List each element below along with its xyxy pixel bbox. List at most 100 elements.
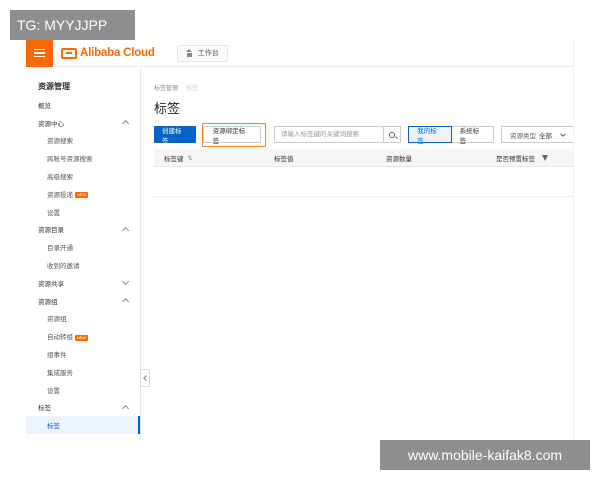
- sidebar-item[interactable]: 资源中心: [26, 114, 140, 132]
- sidebar-item[interactable]: 自动转组 NEW: [26, 327, 140, 345]
- workbench-button[interactable]: 工作台: [176, 44, 228, 62]
- watermark: www.mobile-kaifak8.com: [380, 440, 590, 470]
- top-bar: Alibaba Cloud 工作台: [26, 40, 573, 67]
- chevron-up-icon[interactable]: [121, 404, 130, 412]
- sidebar-item-label: 标签: [47, 423, 60, 431]
- sidebar-item-text: 资源中心: [38, 118, 64, 128]
- sort-icon[interactable]: ⇅: [188, 155, 193, 162]
- sidebar-item-text: 资源搜索: [47, 135, 73, 145]
- hamburger-menu-icon[interactable]: [26, 40, 53, 67]
- sidebar-menu: 概览 资源中心 资源搜索 跨账号资源搜索 高级搜索 资源投递 NEW 设置 资源目录 目录开通 收到…: [26, 96, 140, 435]
- chevron-up-icon[interactable]: [121, 120, 130, 128]
- page-title: 标签: [154, 101, 181, 116]
- sidebar: 资源管理 概览 资源中心 资源搜索 跨账号资源搜索 高级搜索 资源投递 NEW 设置 资源目录目…: [26, 68, 141, 440]
- sidebar-item-label: 资源中心: [38, 120, 64, 128]
- column-preset-tag: 是否预置标签: [496, 149, 548, 167]
- breadcrumb: 标签管理 标签: [154, 83, 198, 92]
- column-tag-value-label: 标签值: [274, 156, 294, 163]
- column-resource-count-label: 资源数量: [386, 156, 412, 163]
- sidebar-item-label: 自动转组: [47, 334, 73, 342]
- home-icon: [186, 49, 194, 57]
- sidebar-item-label: 高级搜索: [47, 174, 73, 182]
- chevron-up-icon[interactable]: [121, 226, 130, 235]
- filter-icon[interactable]: [542, 155, 548, 161]
- sidebar-item[interactable]: 跨账号资源搜索: [26, 149, 140, 167]
- system-tags-tab[interactable]: 系统标签: [451, 126, 494, 145]
- new-badge: NEW: [75, 334, 89, 341]
- sidebar-item[interactable]: 收到的邀请: [26, 256, 140, 274]
- sidebar-item-text: 组事件: [47, 349, 67, 359]
- my-tags-tab[interactable]: 我的标签: [408, 126, 452, 145]
- column-resource-count: 资源数量: [386, 149, 412, 167]
- sidebar-item[interactable]: 集成服务: [26, 363, 140, 381]
- sidebar-item[interactable]: 组事件: [26, 345, 140, 363]
- sidebar-item-label: 资源目录: [38, 227, 64, 235]
- search-icon: [389, 131, 396, 138]
- sidebar-collapse-button[interactable]: [140, 369, 150, 387]
- tag-key-search-input[interactable]: [274, 126, 385, 143]
- chevron-down-icon: [560, 130, 566, 137]
- resource-type-select[interactable]: 资源类型 全部: [500, 126, 573, 143]
- sidebar-item-text: 自动转组 NEW: [47, 331, 89, 342]
- sidebar-item-text: 标签: [38, 402, 51, 412]
- resource-type-value: 全部: [538, 132, 552, 140]
- sidebar-item-label: 设置: [47, 387, 60, 395]
- sidebar-item[interactable]: 标签: [26, 416, 140, 435]
- sidebar-item-text: 收到的邀请: [47, 260, 80, 270]
- sidebar-item[interactable]: 资源搜索: [26, 132, 140, 150]
- table-header: 标签键 ⇅ 标签值 资源数量 是否预置标签: [154, 149, 573, 167]
- tag-scope-switch: 我的标签 系统标签: [408, 126, 494, 145]
- console-window: Alibaba Cloud 工作台 资源管理 概览资源中心资源搜索跨账号资源搜索…: [26, 40, 574, 440]
- sidebar-item[interactable]: 资源组: [26, 292, 140, 310]
- sidebar-item-label: 组事件: [47, 352, 67, 360]
- sidebar-item-label: 跨账号资源搜索: [47, 156, 93, 164]
- sidebar-item-label: 资源搜索: [47, 138, 73, 146]
- chevron-left-icon: [143, 375, 149, 381]
- resource-type-label: 资源类型: [509, 132, 536, 140]
- breadcrumb-parent[interactable]: 标签管理: [154, 83, 178, 92]
- sidebar-title: 资源管理: [38, 81, 70, 91]
- sidebar-item[interactable]: 概览: [26, 96, 140, 114]
- sidebar-item-text: 设置: [47, 207, 60, 217]
- alibaba-cloud-logo-icon: [61, 47, 77, 59]
- sidebar-item-label: 资源投递: [47, 191, 73, 199]
- sidebar-item-text: 标签: [47, 420, 60, 430]
- breadcrumb-current: 标签: [186, 86, 199, 92]
- sidebar-item[interactable]: 资源共享: [26, 274, 140, 292]
- search-button[interactable]: [384, 126, 402, 143]
- sidebar-item-label: 目录开通: [47, 245, 73, 253]
- brand-logo[interactable]: Alibaba Cloud: [61, 47, 155, 59]
- new-badge: NEW: [75, 192, 89, 199]
- table-empty-row: [154, 167, 573, 197]
- sidebar-item[interactable]: 资源组: [26, 310, 140, 328]
- toolbar: 创建标签 资源绑定标签 我的标签 系统标签 资源类型 全部: [154, 126, 573, 145]
- sidebar-item-text: 资源投递 NEW: [47, 189, 89, 199]
- sidebar-item-label: 资源共享: [38, 280, 64, 288]
- sidebar-item-text: 概览: [38, 100, 51, 110]
- screenshot-stage: Alibaba Cloud 工作台 资源管理 概览资源中心资源搜索跨账号资源搜索…: [0, 0, 600, 480]
- create-tag-button[interactable]: 创建标签: [154, 126, 196, 145]
- chevron-up-icon[interactable]: [121, 298, 130, 306]
- main-content: 标签管理 标签 标签 创建标签 资源绑定标签 我的标签 系统标签 资源类型 全部: [154, 68, 573, 440]
- sidebar-item-text: 资源目录: [38, 224, 64, 234]
- overlay-tag-label: TG: MYYJJPP: [10, 10, 135, 40]
- sidebar-item-text: 目录开通: [47, 242, 73, 252]
- bind-resource-tag-button[interactable]: 资源绑定标签: [202, 126, 262, 145]
- sidebar-item[interactable]: 设置: [26, 381, 140, 399]
- sidebar-item-label: 概览: [38, 102, 51, 110]
- sidebar-item-text: 高级搜索: [47, 171, 73, 181]
- sidebar-item-text: 跨账号资源搜索: [47, 153, 93, 163]
- sidebar-item[interactable]: 目录开通: [26, 238, 140, 256]
- sidebar-item[interactable]: 高级搜索: [26, 167, 140, 185]
- sidebar-item-text: 设置: [47, 385, 60, 395]
- sidebar-item[interactable]: 标签: [26, 399, 140, 417]
- column-tag-key[interactable]: 标签键 ⇅: [164, 149, 193, 167]
- sidebar-item-text: 资源共享: [38, 278, 64, 288]
- sidebar-item[interactable]: 设置: [26, 203, 140, 221]
- sidebar-item[interactable]: 资源目录: [26, 221, 140, 239]
- sidebar-item-label: 标签: [38, 405, 51, 413]
- sidebar-item[interactable]: 资源投递 NEW: [26, 185, 140, 203]
- chevron-down-icon[interactable]: [121, 278, 130, 286]
- sidebar-item-text: 资源组: [38, 296, 58, 306]
- sidebar-item-label: 集成服务: [47, 369, 73, 377]
